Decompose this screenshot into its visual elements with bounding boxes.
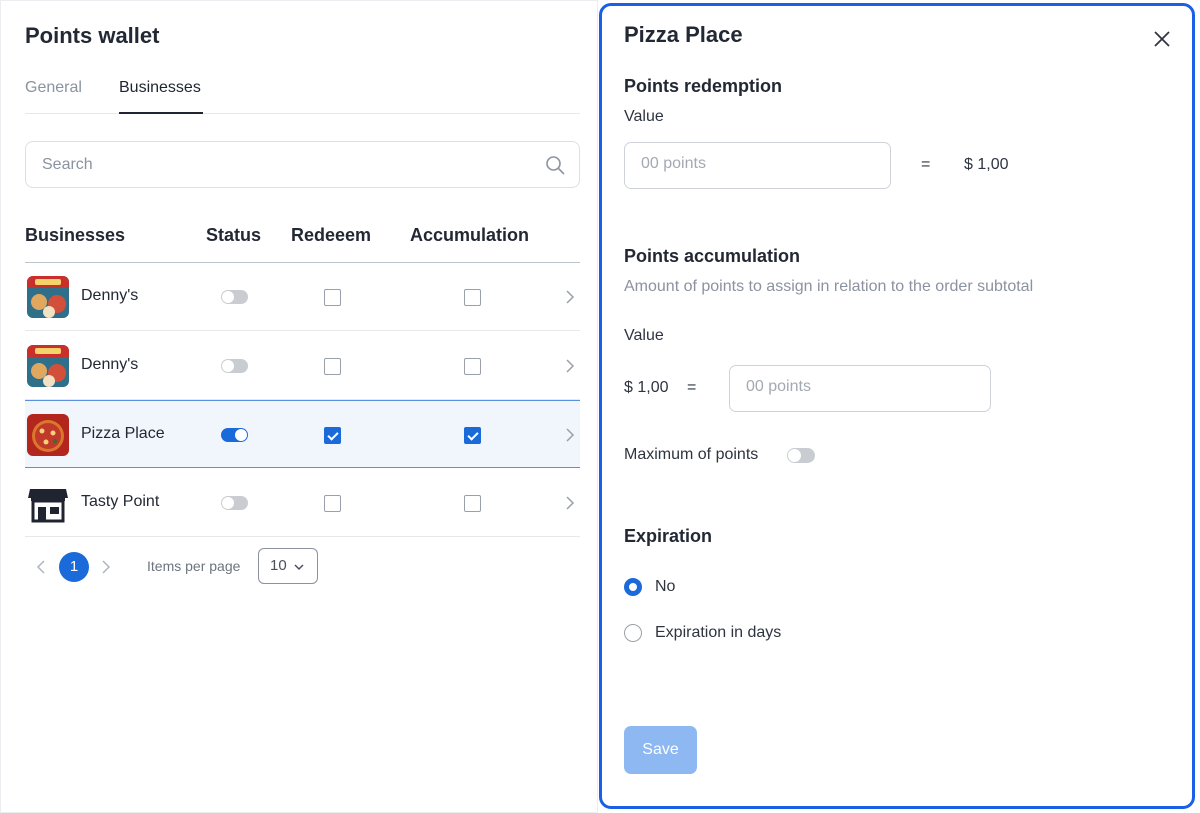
table-row[interactable]: Denny's <box>25 332 580 400</box>
pizza-thumbnail <box>27 414 69 456</box>
accumulation-checkbox[interactable] <box>464 358 481 375</box>
accumulation-checkbox[interactable] <box>464 427 481 444</box>
close-icon[interactable] <box>1152 29 1172 49</box>
redemption-equals: = <box>921 156 931 173</box>
active-tab-indicator <box>119 112 203 114</box>
tab-general[interactable]: General <box>25 79 82 97</box>
accumulation-checkbox[interactable] <box>464 289 481 306</box>
redeem-checkbox[interactable] <box>324 427 341 444</box>
accumulation-checkbox[interactable] <box>464 495 481 512</box>
chevron-right-icon[interactable] <box>100 559 112 575</box>
status-toggle[interactable] <box>221 359 248 373</box>
search-box <box>25 141 580 188</box>
table-row[interactable]: Denny's <box>25 263 580 331</box>
items-per-page-label: Items per page <box>147 558 241 574</box>
save-button[interactable]: Save <box>624 726 697 774</box>
items-per-page-select[interactable]: 10 <box>258 548 318 584</box>
dennys-thumbnail <box>27 276 69 318</box>
items-per-page-value: 10 <box>270 557 287 574</box>
table-row-selected[interactable]: Pizza Place <box>25 400 580 468</box>
business-name: Denny's <box>81 356 139 373</box>
table-header: Businesses Status Redeeem Accumulation <box>25 223 580 263</box>
expiration-days-radio[interactable] <box>624 624 642 642</box>
store-icon <box>27 482 69 524</box>
chevron-down-icon <box>294 564 304 571</box>
redeem-checkbox[interactable] <box>324 289 341 306</box>
dennys-thumbnail <box>27 345 69 387</box>
business-name: Tasty Point <box>81 493 160 510</box>
chevron-right-icon[interactable] <box>563 289 577 305</box>
chevron-right-icon[interactable] <box>563 427 577 443</box>
column-header-redeem: Redeeem <box>291 225 372 245</box>
accumulation-heading: Points accumulation <box>624 246 801 266</box>
page-title: Points wallet <box>25 23 160 48</box>
chevron-right-icon[interactable] <box>563 358 577 374</box>
redemption-value-label: Value <box>624 108 664 125</box>
page-number-current[interactable]: 1 <box>59 552 89 582</box>
accumulation-amount: $ 1,00 <box>624 379 669 396</box>
expiration-no-radio[interactable] <box>624 578 642 596</box>
business-name: Pizza Place <box>81 425 165 442</box>
expiration-no-label: No <box>655 578 676 595</box>
tab-bar: General Businesses <box>25 75 580 114</box>
search-input[interactable] <box>42 154 522 176</box>
status-toggle[interactable] <box>221 428 248 442</box>
accumulation-points-field <box>729 365 991 412</box>
accumulation-value-label: Value <box>624 327 664 344</box>
status-toggle[interactable] <box>221 290 248 304</box>
redemption-heading: Points redemption <box>624 76 783 96</box>
redemption-points-input[interactable] <box>641 155 841 173</box>
max-points-label: Maximum of points <box>624 446 759 463</box>
max-points-toggle[interactable] <box>787 448 815 463</box>
redemption-points-field <box>624 142 891 189</box>
business-name: Denny's <box>81 287 139 304</box>
redemption-amount: $ 1,00 <box>964 156 1009 173</box>
accumulation-equals: = <box>687 379 697 396</box>
accumulation-points-input[interactable] <box>746 378 946 396</box>
column-header-status: Status <box>206 225 262 245</box>
search-icon[interactable] <box>545 155 565 175</box>
expiration-heading: Expiration <box>624 526 713 546</box>
status-toggle[interactable] <box>221 496 248 510</box>
chevron-right-icon[interactable] <box>563 495 577 511</box>
tab-businesses[interactable]: Businesses <box>119 79 201 97</box>
accumulation-description: Amount of points to assign in relation t… <box>624 278 1034 295</box>
business-detail-panel: Pizza Place Points redemption Value = $ … <box>599 3 1195 809</box>
table-row[interactable]: Tasty Point <box>25 469 580 537</box>
column-header-accumulation: Accumulation <box>410 225 530 245</box>
panel-title: Pizza Place <box>624 22 743 47</box>
redeem-checkbox[interactable] <box>324 358 341 375</box>
points-wallet-pane: Points wallet General Businesses Busines… <box>0 0 598 813</box>
column-header-businesses: Businesses <box>25 225 126 245</box>
redeem-checkbox[interactable] <box>324 495 341 512</box>
expiration-days-label: Expiration in days <box>655 624 782 641</box>
chevron-left-icon[interactable] <box>35 559 47 575</box>
pagination: 1 Items per page 10 <box>25 547 425 587</box>
